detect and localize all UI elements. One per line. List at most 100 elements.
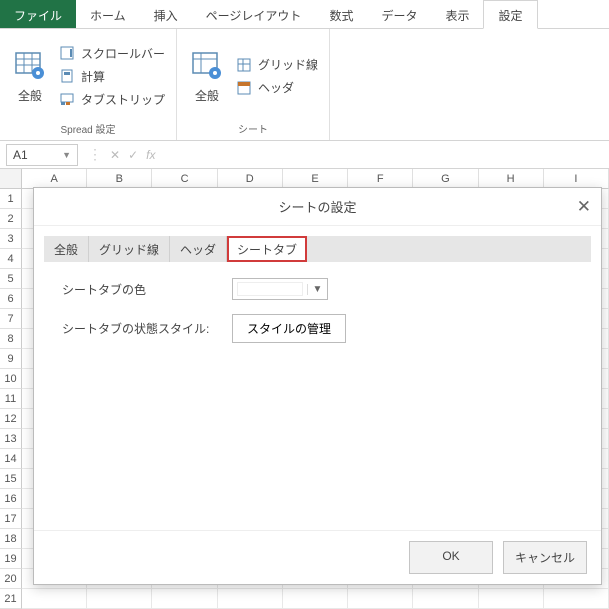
header-label: ヘッダ: [258, 79, 294, 96]
row-header[interactable]: 15: [0, 469, 22, 489]
dialog-footer: OK キャンセル: [34, 530, 601, 584]
sheet-tab-color-label: シートタブの色: [62, 281, 232, 298]
ribbon-tab-view[interactable]: 表示: [431, 0, 483, 28]
select-all-corner[interactable]: [0, 169, 22, 189]
cell[interactable]: [479, 589, 544, 609]
cancel-button[interactable]: キャンセル: [503, 541, 587, 574]
accept-formula-icon[interactable]: ✓: [128, 148, 138, 162]
row-header[interactable]: 13: [0, 429, 22, 449]
col-header[interactable]: A: [22, 169, 87, 189]
row-header[interactable]: 14: [0, 449, 22, 469]
sheet-gear-icon: [191, 49, 223, 81]
dialog-title: シートの設定: [278, 197, 356, 216]
col-header[interactable]: H: [479, 169, 544, 189]
header-button[interactable]: ヘッダ: [231, 76, 323, 99]
cell[interactable]: [544, 589, 609, 609]
cell[interactable]: [152, 589, 217, 609]
ribbon-tabs: ファイル ホーム 挿入 ページレイアウト 数式 データ 表示 設定: [0, 0, 609, 29]
scrollbar-icon: [59, 45, 75, 61]
ribbon-content: 全般 スクロールバー 計算 タブストリップ Spread 設定: [0, 29, 609, 141]
formula-bar: A1 ▼ ⋮ ✕ ✓ fx: [0, 141, 609, 169]
ribbon-group-spread-label: Spread 設定: [6, 119, 170, 138]
ribbon-tab-home[interactable]: ホーム: [76, 0, 140, 28]
cell[interactable]: [283, 589, 348, 609]
sheet-settings-dialog: シートの設定 ✕ 全般 グリッド線 ヘッダ シートタブ シートタブの色 ▼ シー…: [33, 187, 602, 585]
sheet-tab-status-style-label: シートタブの状態スタイル:: [62, 320, 232, 337]
col-header[interactable]: E: [283, 169, 348, 189]
style-management-button[interactable]: スタイルの管理: [232, 314, 346, 343]
col-header[interactable]: D: [218, 169, 283, 189]
dialog-header: シートの設定 ✕: [34, 188, 601, 226]
color-swatch: [237, 282, 303, 296]
ribbon-tab-insert[interactable]: 挿入: [140, 0, 192, 28]
row-header[interactable]: 9: [0, 349, 22, 369]
ribbon-group-spread: 全般 スクロールバー 計算 タブストリップ Spread 設定: [0, 29, 177, 140]
row-header[interactable]: 18: [0, 529, 22, 549]
general-spread-button[interactable]: 全般: [6, 33, 54, 119]
general-spread-label: 全般: [18, 87, 42, 104]
col-header[interactable]: F: [348, 169, 413, 189]
tabstrip-label: タブストリップ: [81, 91, 165, 108]
gridlines-button[interactable]: グリッド線: [231, 53, 323, 76]
ribbon-group-sheet: 全般 グリッド線 ヘッダ シート: [177, 29, 330, 140]
ok-button[interactable]: OK: [409, 541, 493, 574]
general-sheet-button[interactable]: 全般: [183, 33, 231, 119]
col-header[interactable]: G: [413, 169, 478, 189]
ribbon-group-sheet-label: シート: [183, 119, 323, 138]
row-header[interactable]: 1: [0, 189, 22, 209]
dialog-tab-header[interactable]: ヘッダ: [170, 236, 227, 262]
cell[interactable]: [218, 589, 283, 609]
row-header[interactable]: 5: [0, 269, 22, 289]
col-header[interactable]: C: [152, 169, 217, 189]
row-header[interactable]: 2: [0, 209, 22, 229]
row-header[interactable]: 20: [0, 569, 22, 589]
calc-label: 計算: [81, 68, 105, 85]
cell[interactable]: [413, 589, 478, 609]
dialog-tabs: 全般 グリッド線 ヘッダ シートタブ: [44, 236, 591, 262]
row-header[interactable]: 10: [0, 369, 22, 389]
row-header[interactable]: 17: [0, 509, 22, 529]
chevron-down-icon: ▼: [307, 284, 327, 295]
fx-icon[interactable]: fx: [146, 148, 155, 162]
row-header[interactable]: 8: [0, 329, 22, 349]
chevron-down-icon: ▼: [62, 150, 71, 160]
cell[interactable]: [348, 589, 413, 609]
name-box-value: A1: [13, 148, 28, 162]
dialog-body: シートタブの色 ▼ シートタブの状態スタイル: スタイルの管理: [44, 262, 591, 530]
general-sheet-label: 全般: [195, 87, 219, 104]
col-header[interactable]: I: [544, 169, 609, 189]
row-header[interactable]: 19: [0, 549, 22, 569]
gridlines-icon: [236, 57, 252, 73]
gridlines-label: グリッド線: [258, 56, 318, 73]
tabstrip-button[interactable]: タブストリップ: [54, 88, 170, 111]
ribbon-tab-settings[interactable]: 設定: [483, 0, 537, 29]
tabstrip-icon: [59, 91, 75, 107]
ribbon-tab-formula[interactable]: 数式: [315, 0, 367, 28]
calc-button[interactable]: 計算: [54, 65, 170, 88]
row-header[interactable]: 4: [0, 249, 22, 269]
row-header[interactable]: 21: [0, 589, 22, 609]
ribbon-tab-pagelayout[interactable]: ページレイアウト: [192, 0, 316, 28]
row-header[interactable]: 7: [0, 309, 22, 329]
dialog-tab-gridlines[interactable]: グリッド線: [89, 236, 170, 262]
row-header[interactable]: 6: [0, 289, 22, 309]
row-header[interactable]: 12: [0, 409, 22, 429]
row-header[interactable]: 11: [0, 389, 22, 409]
scrollbar-label: スクロールバー: [81, 45, 165, 62]
cancel-formula-icon[interactable]: ✕: [110, 148, 120, 162]
scrollbar-button[interactable]: スクロールバー: [54, 42, 170, 65]
cell[interactable]: [87, 589, 152, 609]
name-box[interactable]: A1 ▼: [6, 144, 78, 166]
dialog-tab-sheettab[interactable]: シートタブ: [227, 236, 307, 262]
ribbon-tab-file[interactable]: ファイル: [0, 0, 76, 28]
col-header[interactable]: B: [87, 169, 152, 189]
sheet-tab-color-picker[interactable]: ▼: [232, 278, 328, 300]
close-icon[interactable]: ✕: [577, 197, 591, 217]
ribbon-tab-data[interactable]: データ: [367, 0, 431, 28]
row-header[interactable]: 16: [0, 489, 22, 509]
row-header[interactable]: 3: [0, 229, 22, 249]
separator: ⋮: [88, 146, 102, 163]
calc-icon: [59, 68, 75, 84]
dialog-tab-general[interactable]: 全般: [44, 236, 89, 262]
cell[interactable]: [22, 589, 87, 609]
